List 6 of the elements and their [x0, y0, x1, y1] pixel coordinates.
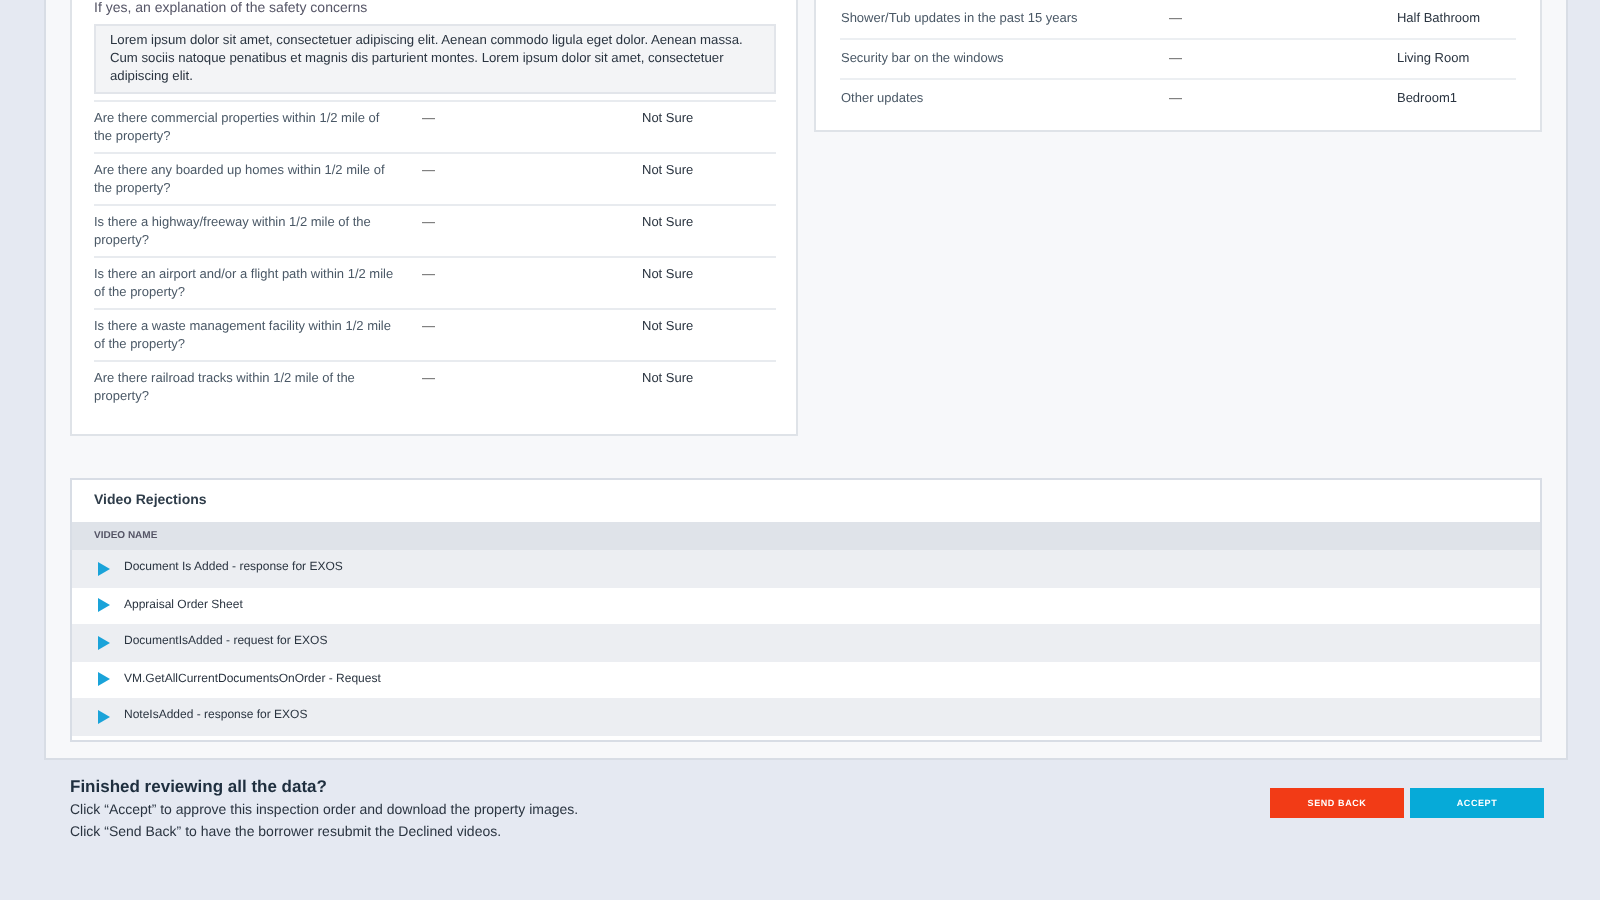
footer-heading: Finished reviewing all the data? — [70, 776, 329, 796]
play-icon[interactable] — [98, 672, 110, 687]
play-icon[interactable] — [98, 709, 110, 724]
play-icon[interactable] — [98, 561, 110, 576]
play-icon[interactable] — [98, 635, 110, 650]
play-icon[interactable] — [98, 598, 110, 613]
